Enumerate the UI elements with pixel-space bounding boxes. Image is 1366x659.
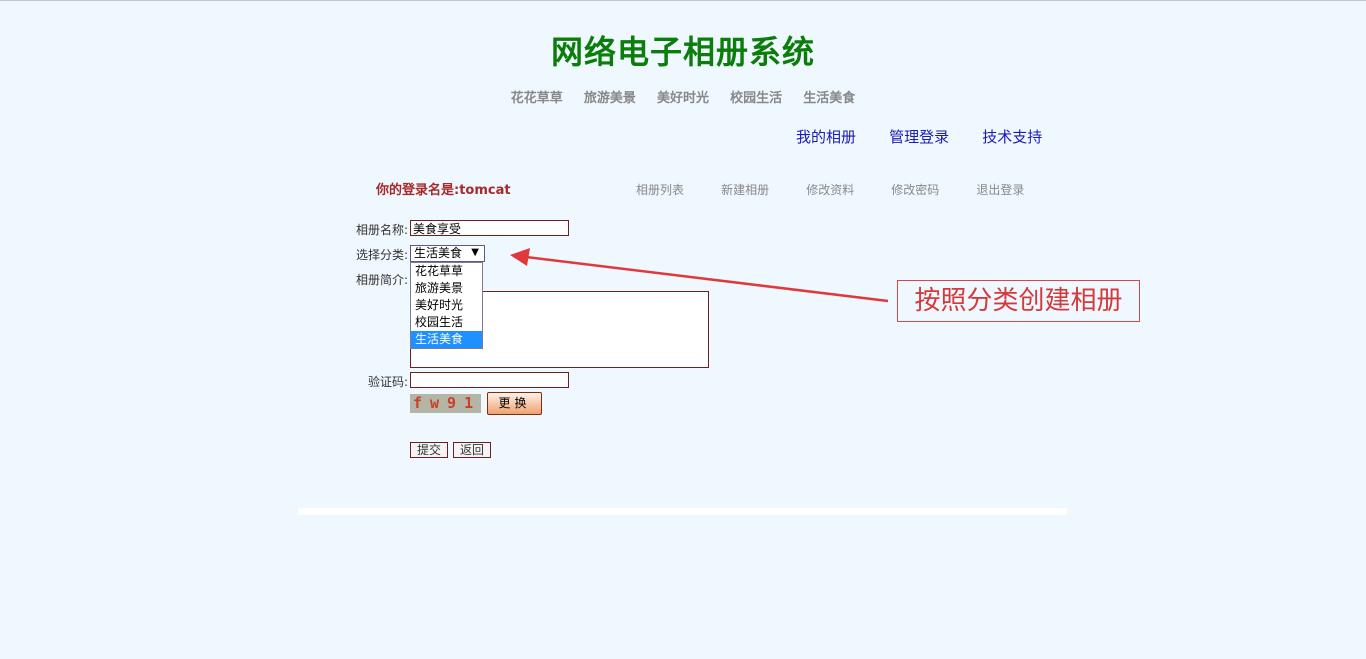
category-nav: 花花草草 旅游美景 美好时光 校园生活 生活美食 (0, 87, 1366, 106)
top-links: 我的相册 管理登录 技术支持 (782, 126, 1056, 147)
tech-support-link[interactable]: 技术支持 (982, 126, 1042, 147)
user-menu: 相册列表 新建相册 修改资料 修改密码 退出登录 (622, 179, 1042, 198)
category-label: 选择分类: (355, 248, 408, 262)
back-button[interactable]: 返回 (453, 442, 491, 458)
dropdown-arrow-icon: ▼ (471, 247, 479, 258)
refresh-captcha-button[interactable]: 更换 (487, 392, 542, 415)
new-album-link[interactable]: 新建相册 (721, 181, 773, 198)
annotation-box: 按照分类创建相册 (897, 280, 1140, 322)
category-select-value: 生活美食 (414, 246, 463, 260)
category-link-food[interactable]: 生活美食 (803, 87, 855, 106)
category-select[interactable]: 生活美食 ▼ (410, 245, 485, 262)
logout-link[interactable]: 退出登录 (976, 181, 1028, 198)
category-link-campus[interactable]: 校园生活 (730, 87, 782, 106)
category-link-travel[interactable]: 旅游美景 (584, 87, 636, 106)
album-name-input[interactable] (410, 220, 569, 236)
category-option-food[interactable]: 生活美食 (411, 331, 482, 348)
change-password-link[interactable]: 修改密码 (891, 181, 943, 198)
category-option-travel[interactable]: 旅游美景 (411, 280, 482, 297)
category-option-good-times[interactable]: 美好时光 (411, 297, 482, 314)
site-title: 网络电子相册系统 (550, 33, 815, 71)
admin-login-link[interactable]: 管理登录 (889, 126, 949, 147)
captcha-label: 验证码: (367, 375, 408, 389)
category-link-flowers[interactable]: 花花草草 (511, 87, 563, 106)
captcha-image: fw91 (410, 394, 481, 413)
category-option-flowers[interactable]: 花花草草 (411, 263, 482, 280)
footer-divider (298, 508, 1067, 515)
edit-profile-link[interactable]: 修改资料 (806, 181, 858, 198)
description-label: 相册简介: (355, 273, 408, 287)
category-option-campus[interactable]: 校园生活 (411, 314, 482, 331)
submit-button[interactable]: 提交 (410, 442, 448, 458)
login-name: 你的登录名是:tomcat (376, 183, 511, 198)
album-list-link[interactable]: 相册列表 (636, 181, 688, 198)
category-link-good-times[interactable]: 美好时光 (657, 87, 709, 106)
my-albums-link[interactable]: 我的相册 (796, 126, 856, 147)
category-dropdown-list: 花花草草 旅游美景 美好时光 校园生活 生活美食 (410, 262, 483, 349)
album-name-label: 相册名称: (355, 223, 408, 237)
captcha-input[interactable] (410, 372, 569, 388)
